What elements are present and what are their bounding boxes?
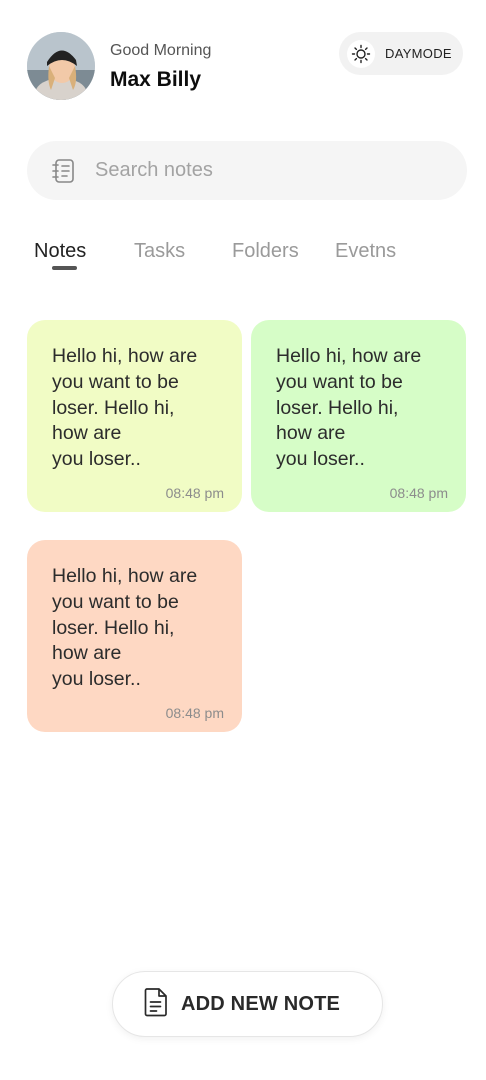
tab-tasks[interactable]: Tasks (134, 240, 185, 263)
active-tab-indicator (52, 266, 77, 270)
note-time: 08:48 pm (389, 485, 448, 501)
note-card[interactable]: Hello hi, how are you want to be loser. … (27, 320, 242, 512)
search-bar[interactable] (27, 141, 467, 200)
notebook-icon (51, 157, 77, 185)
sun-icon (347, 39, 375, 68)
note-time: 08:48 pm (165, 485, 224, 501)
tab-bar: Notes Tasks Folders Evetns (34, 240, 454, 274)
daymode-label: DAYMODE (385, 46, 452, 61)
note-text: Hello hi, how are you want to be loser. … (52, 345, 198, 471)
avatar[interactable] (27, 32, 95, 100)
note-time: 08:48 pm (165, 705, 224, 721)
document-icon (143, 987, 169, 1022)
user-avatar-icon (27, 32, 95, 100)
greeting-text: Good Morning (110, 42, 212, 59)
add-new-note-label: ADD NEW NOTE (181, 992, 341, 1015)
note-card[interactable]: Hello hi, how are you want to be loser. … (27, 540, 242, 732)
header: Good Morning Max Billy DAYMODE (27, 32, 463, 100)
user-name: Max Billy (110, 68, 202, 91)
tab-notes[interactable]: Notes (34, 240, 86, 263)
tab-events[interactable]: Evetns (335, 240, 396, 263)
add-new-note-button[interactable]: ADD NEW NOTE (112, 971, 383, 1037)
tab-folders[interactable]: Folders (232, 240, 299, 263)
daymode-toggle-button[interactable]: DAYMODE (339, 32, 463, 75)
note-text: Hello hi, how are you want to be loser. … (52, 565, 198, 691)
note-text: Hello hi, how are you want to be loser. … (276, 345, 422, 471)
note-card[interactable]: Hello hi, how are you want to be loser. … (251, 320, 466, 512)
search-input[interactable] (95, 159, 415, 182)
